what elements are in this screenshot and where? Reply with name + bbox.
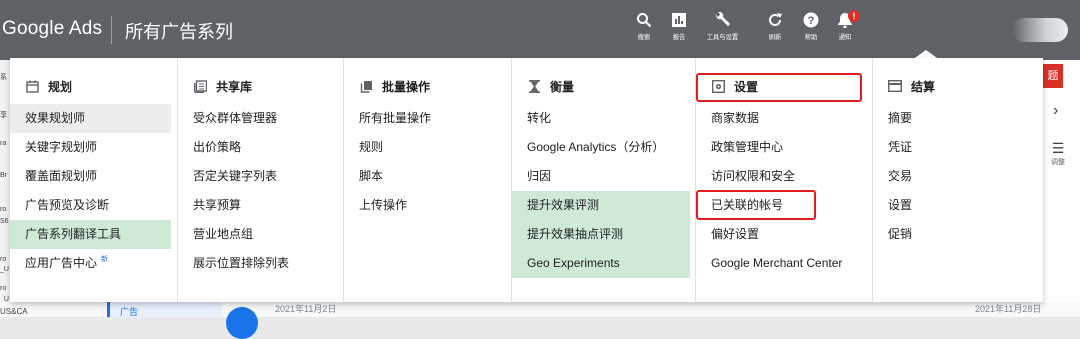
calendar-icon — [25, 79, 39, 93]
menu-item-rules[interactable]: 规则 — [344, 133, 506, 162]
column-title: 衡量 — [550, 79, 575, 94]
hourglass-icon — [527, 79, 541, 93]
menu-item-performance-planner[interactable]: 效果规划师 — [10, 104, 171, 133]
refresh-icon — [769, 13, 782, 26]
menu-item-lift-sampling[interactable]: 提升效果抽点评测 — [512, 220, 690, 249]
help-label: 帮助 — [804, 34, 818, 41]
menu-item-documents[interactable]: 凭证 — [873, 133, 1038, 162]
menu-column-planning: 规划 效果规划师 关键字规划师 覆盖面规划师 广告预览及诊断 广告系列翻译工具 … — [10, 58, 177, 302]
background-date-start: 2021年11月2日 — [275, 304, 337, 314]
column-header-bulk-actions: 批量操作 — [344, 72, 512, 100]
search-icon — [637, 13, 652, 28]
background-red-button[interactable]: 题 — [1043, 64, 1063, 88]
menu-item-ad-preview[interactable]: 广告预览及诊断 — [10, 191, 171, 220]
column-title: 结算 — [911, 79, 936, 94]
card-icon — [888, 79, 902, 93]
menu-item-app-advertising-hub[interactable]: 应用广告中心新 — [10, 249, 171, 278]
menu-item-preferences[interactable]: 偏好设置 — [696, 220, 867, 249]
menu-item-business-data[interactable]: 商家数据 — [696, 104, 867, 133]
sliders-icon: ☰ — [1051, 140, 1065, 156]
menu-item-scripts[interactable]: 脚本 — [344, 162, 506, 191]
refresh-button[interactable]: 刷新 — [758, 12, 792, 42]
column-header-planning: 规划 — [10, 72, 177, 100]
menu-column-bulk-actions: 批量操作 所有批量操作 规则 脚本 上传操作 — [343, 58, 512, 302]
background-fab[interactable] — [226, 307, 258, 339]
menu-item-merchant-center[interactable]: Google Merchant Center — [696, 249, 867, 278]
page-title[interactable]: 所有广告系列 — [125, 18, 233, 44]
refresh-label: 刷新 — [768, 34, 782, 41]
column-title: 批量操作 — [382, 79, 431, 94]
report-label: 报告 — [672, 34, 686, 41]
report-icon — [672, 13, 686, 27]
report-button[interactable]: 报告 — [662, 12, 696, 42]
menu-item-attribution[interactable]: 归因 — [512, 162, 690, 191]
background-region-label: US&CA — [0, 307, 28, 316]
column-header-shared-library: 共享库 — [178, 72, 344, 100]
background-right-edge: 题 › ☰ 调整 — [1043, 60, 1080, 302]
tools-settings-button[interactable]: 工具与设置 — [705, 12, 739, 42]
menu-item-billing-settings[interactable]: 设置 — [873, 191, 1038, 220]
menu-item-campaign-translator[interactable]: 广告系列翻译工具 — [10, 220, 171, 249]
menu-item-google-analytics[interactable]: Google Analytics（分析） — [512, 133, 690, 162]
column-header-setup: 设置 — [696, 72, 873, 100]
menu-item-linked-accounts[interactable]: 已关联的帐号 — [696, 191, 867, 220]
menu-item-policy-manager[interactable]: 政策管理中心 — [696, 133, 867, 162]
notification-badge: ! — [848, 10, 860, 22]
adjust-control[interactable]: ☰ 调整 — [1047, 140, 1069, 167]
account-avatar[interactable] — [1012, 18, 1068, 42]
menu-item-reach-planner[interactable]: 覆盖面规划师 — [10, 162, 171, 191]
column-title: 规划 — [48, 79, 73, 94]
background-date-end: 2021年11月28日 — [975, 304, 1042, 314]
tools-settings-menu: 规划 效果规划师 关键字规划师 覆盖面规划师 广告预览及诊断 广告系列翻译工具 … — [10, 58, 1043, 302]
brand-logo[interactable]: Google Ads — [2, 18, 102, 40]
column-title: 设置 — [734, 79, 759, 94]
search-button[interactable]: 搜索 — [627, 12, 661, 42]
menu-item-bid-strategies[interactable]: 出价策略 — [178, 133, 338, 162]
help-icon: ? — [803, 12, 819, 28]
menu-column-billing: 结算 摘要 凭证 交易 设置 促销 — [872, 58, 1044, 302]
menu-item-negative-keyword-lists[interactable]: 否定关键字列表 — [178, 162, 338, 191]
tools-settings-label: 工具与设置 — [706, 34, 739, 41]
column-title: 共享库 — [216, 79, 253, 94]
menu-column-measurement: 衡量 转化 Google Analytics（分析） 归因 提升效果评测 提升效… — [511, 58, 696, 302]
menu-column-shared-library: 共享库 受众群体管理器 出价策略 否定关键字列表 共享预算 营业地点组 展示位置… — [177, 58, 344, 302]
column-header-measurement: 衡量 — [512, 72, 696, 100]
menu-item-geo-experiments[interactable]: Geo Experiments — [512, 249, 690, 278]
background-left-edge: 系 享 ra Br ro S6 ro _U ro _U — [0, 60, 10, 317]
menu-item-lift-measurement[interactable]: 提升效果评测 — [512, 191, 690, 220]
new-badge: 新 — [101, 256, 109, 263]
library-icon — [193, 79, 207, 93]
menu-item-label: 应用广告中心 — [25, 256, 98, 270]
menu-item-audience-manager[interactable]: 受众群体管理器 — [178, 104, 338, 133]
menu-item-shared-budgets[interactable]: 共享预算 — [178, 191, 338, 220]
copy-icon — [359, 79, 373, 93]
column-header-billing: 结算 — [873, 72, 1044, 100]
menu-item-all-bulk-actions[interactable]: 所有批量操作 — [344, 104, 506, 133]
adjust-label: 调整 — [1051, 159, 1065, 166]
help-button[interactable]: ? 帮助 — [794, 12, 828, 42]
menu-item-location-groups[interactable]: 营业地点组 — [178, 220, 338, 249]
menu-column-setup: 设置 商家数据 政策管理中心 访问权限和安全 已关联的帐号 偏好设置 Googl… — [695, 58, 873, 302]
menu-item-summary[interactable]: 摘要 — [873, 104, 1038, 133]
background-nav-item[interactable]: 广告 — [107, 302, 222, 317]
settings-icon — [711, 79, 725, 93]
menu-item-conversions[interactable]: 转化 — [512, 104, 690, 133]
background-bottom-strip: 广告 2021年11月2日 2021年11月28日 — [0, 302, 1080, 339]
menu-item-placement-exclusion-lists[interactable]: 展示位置排除列表 — [178, 249, 338, 278]
menu-item-uploads[interactable]: 上传操作 — [344, 191, 506, 220]
title-divider — [111, 16, 112, 44]
notifications-button[interactable]: ! 通知 — [828, 10, 862, 42]
menu-item-promotions[interactable]: 促销 — [873, 220, 1038, 249]
svg-text:?: ? — [808, 15, 815, 27]
search-label: 搜索 — [637, 34, 651, 41]
chevron-right-icon[interactable]: › — [1053, 102, 1058, 120]
wrench-icon — [715, 12, 730, 26]
notifications-label: 通知 — [838, 34, 852, 41]
background-nav-label: 广告 — [120, 307, 139, 317]
menu-item-transactions[interactable]: 交易 — [873, 162, 1038, 191]
menu-item-keyword-planner[interactable]: 关键字规划师 — [10, 133, 171, 162]
menu-item-access-security[interactable]: 访问权限和安全 — [696, 162, 867, 191]
